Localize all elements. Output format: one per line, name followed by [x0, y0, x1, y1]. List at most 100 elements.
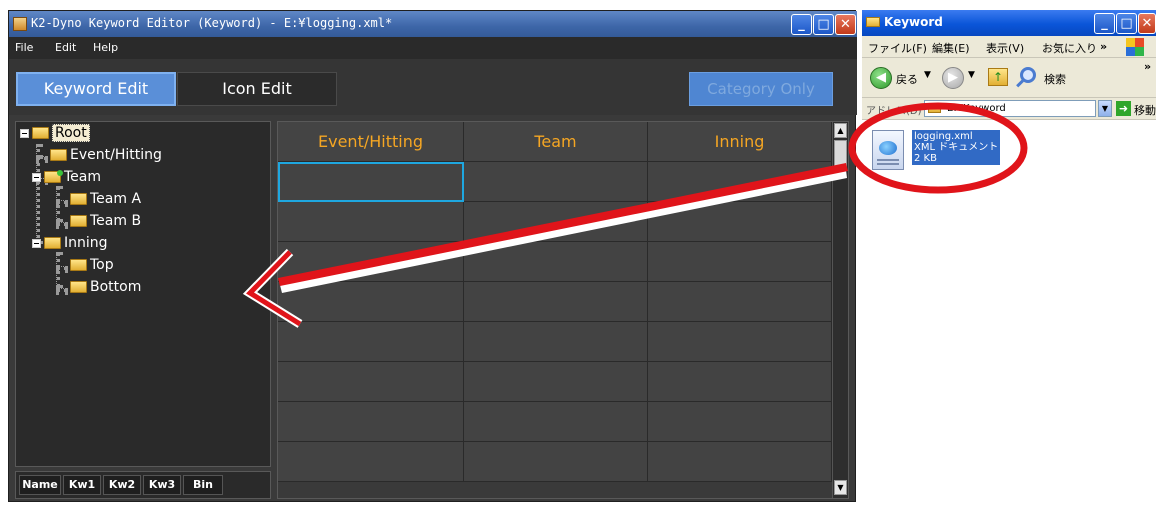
column-header-team[interactable]: Team — [464, 122, 648, 162]
forward-dropdown-icon[interactable]: ▼ — [968, 70, 975, 80]
search-icon-handle — [1016, 79, 1024, 88]
tree-node-top[interactable]: Top — [70, 254, 114, 276]
scroll-up-icon[interactable]: ▲ — [834, 123, 847, 138]
grid-cell[interactable] — [278, 282, 464, 322]
kw3-button[interactable]: Kw3 — [143, 475, 181, 495]
grid-cell[interactable] — [278, 242, 464, 282]
explorer-titlebar[interactable]: Keyword _ □ ✕ — [862, 10, 1156, 36]
toolbar-overflow-icon[interactable]: » — [1144, 60, 1151, 73]
folder-icon — [866, 17, 880, 27]
folder-up-icon[interactable]: ↑ — [988, 68, 1008, 86]
category-only-button[interactable]: Category Only — [689, 72, 833, 106]
tree-node-team[interactable]: Team — [32, 166, 101, 188]
grid-cell[interactable] — [464, 162, 648, 202]
grid-cell[interactable] — [648, 202, 832, 242]
explorer-minimize-button[interactable]: _ — [1094, 13, 1115, 34]
grid-cell[interactable] — [648, 162, 832, 202]
grid-cell[interactable] — [278, 362, 464, 402]
grid-cell[interactable] — [648, 322, 832, 362]
go-arrow-icon[interactable]: ➜ — [1116, 101, 1131, 116]
tree-node-event-hitting[interactable]: Event/Hitting — [50, 144, 162, 166]
collapse-icon[interactable] — [20, 128, 29, 138]
grid-cell[interactable] — [648, 242, 832, 282]
menu-edit[interactable]: Edit — [55, 41, 76, 54]
grid-body — [278, 162, 832, 498]
maximize-button[interactable]: □ — [813, 14, 834, 35]
menu-file[interactable]: File — [15, 41, 33, 54]
tree-label: Team B — [90, 213, 142, 229]
app-menubar: File Edit Help — [9, 37, 857, 59]
back-dropdown-icon[interactable]: ▼ — [924, 70, 931, 80]
tree-node-team-a[interactable]: Team A — [70, 188, 141, 210]
go-label[interactable]: 移動 — [1134, 102, 1156, 118]
bin-button[interactable]: Bin — [183, 475, 223, 495]
grid-cell[interactable] — [648, 282, 832, 322]
grid-cell[interactable] — [464, 442, 648, 482]
menu-file-jp[interactable]: ファイル(F) — [868, 40, 927, 56]
menu-favorites-jp[interactable]: お気に入り — [1042, 40, 1097, 56]
column-header-inning[interactable]: Inning — [648, 122, 832, 162]
keyword-grid: Event/Hitting Team Inning ▲ ▼ — [277, 121, 849, 499]
grid-cell[interactable] — [464, 202, 648, 242]
tree-label: Root — [52, 124, 90, 142]
menu-overflow[interactable]: » — [1100, 40, 1107, 53]
grid-cell[interactable] — [648, 362, 832, 402]
grid-cell[interactable] — [278, 402, 464, 442]
tree-label: Event/Hitting — [70, 147, 162, 163]
tree-label: Top — [90, 257, 114, 273]
search-label[interactable]: 検索 — [1044, 71, 1066, 87]
explorer-maximize-button[interactable]: □ — [1116, 13, 1137, 34]
address-field[interactable]: E:¥Keyword — [924, 100, 1096, 117]
close-button[interactable]: ✕ — [835, 14, 856, 35]
tree-node-bottom[interactable]: Bottom — [70, 276, 141, 298]
kw1-button[interactable]: Kw1 — [63, 475, 101, 495]
tree-node-team-b[interactable]: Team B — [70, 210, 141, 232]
tab-icon-edit[interactable]: Icon Edit — [177, 72, 337, 106]
column-header-event-hitting[interactable]: Event/Hitting — [278, 122, 464, 162]
explorer-title: Keyword — [884, 15, 943, 29]
tree-node-root[interactable]: Root — [20, 122, 90, 144]
name-button[interactable]: Name — [19, 475, 61, 495]
back-label[interactable]: 戻る — [896, 71, 918, 87]
explorer-window: Keyword _ □ ✕ ファイル(F) 編集(E) 表示(V) お気に入り … — [862, 10, 1156, 506]
grid-cell[interactable] — [464, 242, 648, 282]
grid-cell[interactable] — [464, 362, 648, 402]
tree-label: Inning — [64, 235, 108, 251]
file-item-logging-xml[interactable]: logging.xml XML ドキュメント 2 KB — [872, 130, 1022, 176]
tree-node-inning[interactable]: Inning — [32, 232, 108, 254]
grid-cell[interactable] — [648, 442, 832, 482]
windows-logo-icon — [1126, 38, 1144, 56]
menu-help[interactable]: Help — [93, 41, 118, 54]
scroll-thumb[interactable] — [834, 140, 847, 170]
app-titlebar[interactable]: K2-Dyno Keyword Editor (Keyword) - E:¥lo… — [9, 11, 857, 37]
grid-cell[interactable] — [464, 402, 648, 442]
xml-document-icon — [872, 130, 904, 170]
file-label: logging.xml XML ドキュメント 2 KB — [912, 130, 1001, 165]
folder-icon — [50, 149, 67, 161]
grid-cell-selected[interactable] — [278, 162, 464, 202]
collapse-icon[interactable] — [32, 172, 41, 182]
explorer-close-button[interactable]: ✕ — [1138, 13, 1156, 34]
tree-footer-bar: Name Kw1 Kw2 Kw3 Bin — [15, 471, 271, 499]
grid-cell[interactable] — [278, 322, 464, 362]
tab-keyword-edit[interactable]: Keyword Edit — [16, 72, 176, 106]
tree-label: Team — [64, 169, 102, 185]
address-dropdown-icon[interactable]: ▼ — [1098, 100, 1112, 117]
grid-cell[interactable] — [464, 282, 648, 322]
menu-view-jp[interactable]: 表示(V) — [986, 40, 1024, 56]
menu-edit-jp[interactable]: 編集(E) — [932, 40, 970, 56]
folder-icon — [70, 281, 87, 293]
back-icon[interactable]: ◀ — [870, 67, 892, 89]
grid-cell[interactable] — [648, 402, 832, 442]
collapse-icon[interactable] — [32, 238, 41, 248]
scroll-down-icon[interactable]: ▼ — [834, 480, 847, 495]
folder-icon — [44, 237, 61, 249]
grid-cell[interactable] — [464, 322, 648, 362]
minimize-button[interactable]: _ — [791, 14, 812, 35]
forward-icon[interactable]: ▶ — [942, 67, 964, 89]
grid-cell[interactable] — [278, 202, 464, 242]
grid-cell[interactable] — [278, 442, 464, 482]
file-name: logging.xml — [914, 131, 973, 142]
kw2-button[interactable]: Kw2 — [103, 475, 141, 495]
grid-scrollbar[interactable]: ▲ ▼ — [832, 122, 848, 498]
